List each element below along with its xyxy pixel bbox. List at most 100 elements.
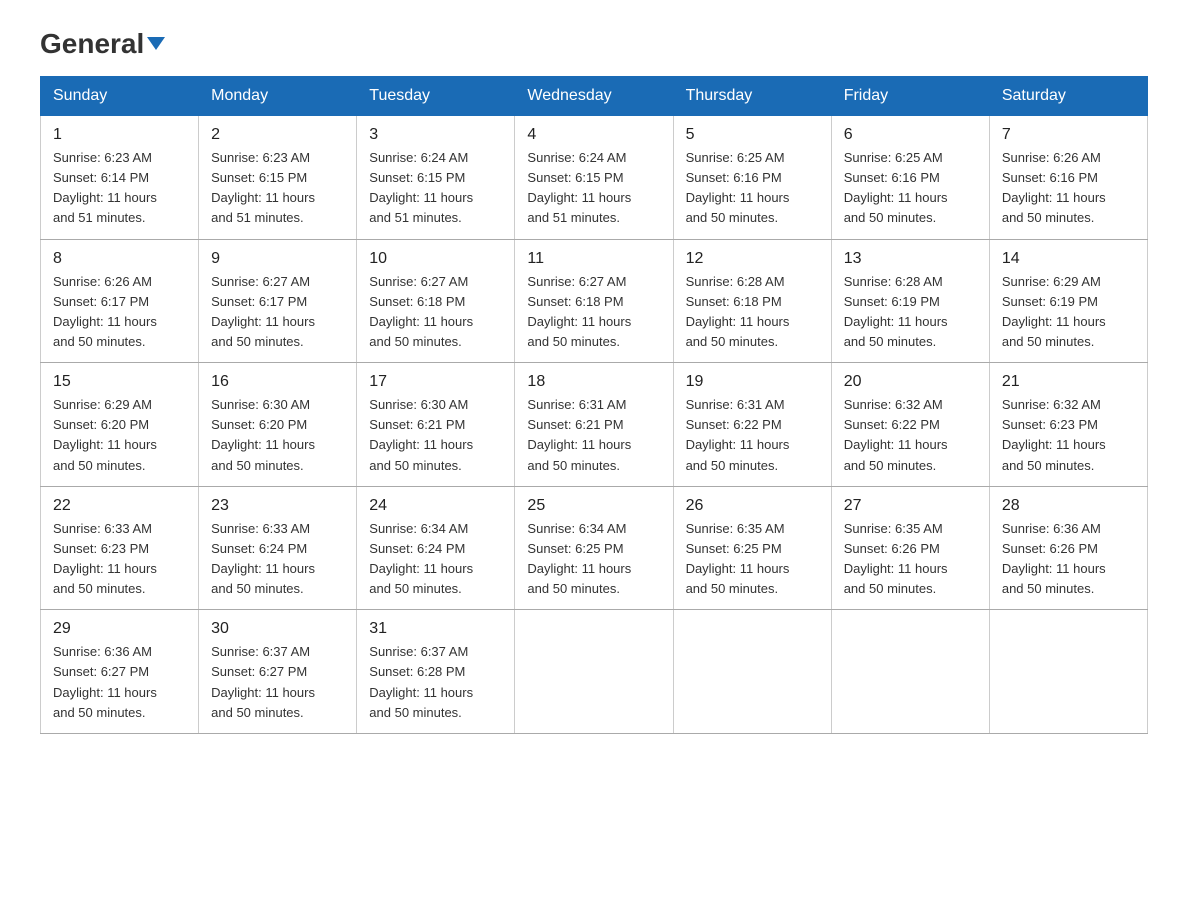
- day-header-sunday: Sunday: [41, 77, 199, 116]
- day-number: 2: [211, 126, 344, 144]
- calendar-cell: 12 Sunrise: 6:28 AMSunset: 6:18 PMDaylig…: [673, 239, 831, 363]
- day-info: Sunrise: 6:28 AMSunset: 6:18 PMDaylight:…: [686, 272, 819, 353]
- day-info: Sunrise: 6:30 AMSunset: 6:20 PMDaylight:…: [211, 395, 344, 476]
- day-number: 16: [211, 373, 344, 391]
- day-info: Sunrise: 6:27 AMSunset: 6:17 PMDaylight:…: [211, 272, 344, 353]
- day-info: Sunrise: 6:31 AMSunset: 6:22 PMDaylight:…: [686, 395, 819, 476]
- day-info: Sunrise: 6:26 AMSunset: 6:16 PMDaylight:…: [1002, 148, 1135, 229]
- day-number: 1: [53, 126, 186, 144]
- day-number: 31: [369, 620, 502, 638]
- calendar-cell: 17 Sunrise: 6:30 AMSunset: 6:21 PMDaylig…: [357, 363, 515, 487]
- day-number: 4: [527, 126, 660, 144]
- day-info: Sunrise: 6:37 AMSunset: 6:28 PMDaylight:…: [369, 642, 502, 723]
- day-number: 17: [369, 373, 502, 391]
- day-number: 12: [686, 250, 819, 268]
- calendar-cell: 7 Sunrise: 6:26 AMSunset: 6:16 PMDayligh…: [989, 116, 1147, 240]
- calendar-cell: 28 Sunrise: 6:36 AMSunset: 6:26 PMDaylig…: [989, 486, 1147, 610]
- day-number: 24: [369, 497, 502, 515]
- calendar-cell: 18 Sunrise: 6:31 AMSunset: 6:21 PMDaylig…: [515, 363, 673, 487]
- day-info: Sunrise: 6:30 AMSunset: 6:21 PMDaylight:…: [369, 395, 502, 476]
- calendar-cell: 30 Sunrise: 6:37 AMSunset: 6:27 PMDaylig…: [199, 610, 357, 734]
- calendar-week-row: 29 Sunrise: 6:36 AMSunset: 6:27 PMDaylig…: [41, 610, 1148, 734]
- calendar-cell: 20 Sunrise: 6:32 AMSunset: 6:22 PMDaylig…: [831, 363, 989, 487]
- calendar-cell: 14 Sunrise: 6:29 AMSunset: 6:19 PMDaylig…: [989, 239, 1147, 363]
- day-number: 25: [527, 497, 660, 515]
- calendar-cell: 15 Sunrise: 6:29 AMSunset: 6:20 PMDaylig…: [41, 363, 199, 487]
- day-info: Sunrise: 6:23 AMSunset: 6:15 PMDaylight:…: [211, 148, 344, 229]
- logo-main: General: [40, 30, 165, 58]
- day-info: Sunrise: 6:35 AMSunset: 6:25 PMDaylight:…: [686, 519, 819, 600]
- calendar-cell: [673, 610, 831, 734]
- calendar-cell: 11 Sunrise: 6:27 AMSunset: 6:18 PMDaylig…: [515, 239, 673, 363]
- day-info: Sunrise: 6:33 AMSunset: 6:24 PMDaylight:…: [211, 519, 344, 600]
- calendar-cell: 31 Sunrise: 6:37 AMSunset: 6:28 PMDaylig…: [357, 610, 515, 734]
- calendar-cell: 1 Sunrise: 6:23 AMSunset: 6:14 PMDayligh…: [41, 116, 199, 240]
- day-number: 10: [369, 250, 502, 268]
- calendar-week-row: 15 Sunrise: 6:29 AMSunset: 6:20 PMDaylig…: [41, 363, 1148, 487]
- day-number: 11: [527, 250, 660, 268]
- calendar-cell: 25 Sunrise: 6:34 AMSunset: 6:25 PMDaylig…: [515, 486, 673, 610]
- calendar-cell: 16 Sunrise: 6:30 AMSunset: 6:20 PMDaylig…: [199, 363, 357, 487]
- day-info: Sunrise: 6:37 AMSunset: 6:27 PMDaylight:…: [211, 642, 344, 723]
- day-info: Sunrise: 6:23 AMSunset: 6:14 PMDaylight:…: [53, 148, 186, 229]
- calendar-cell: 26 Sunrise: 6:35 AMSunset: 6:25 PMDaylig…: [673, 486, 831, 610]
- calendar-cell: 13 Sunrise: 6:28 AMSunset: 6:19 PMDaylig…: [831, 239, 989, 363]
- day-number: 6: [844, 126, 977, 144]
- day-info: Sunrise: 6:28 AMSunset: 6:19 PMDaylight:…: [844, 272, 977, 353]
- day-number: 5: [686, 126, 819, 144]
- calendar-cell: 6 Sunrise: 6:25 AMSunset: 6:16 PMDayligh…: [831, 116, 989, 240]
- calendar-week-row: 8 Sunrise: 6:26 AMSunset: 6:17 PMDayligh…: [41, 239, 1148, 363]
- calendar-cell: 22 Sunrise: 6:33 AMSunset: 6:23 PMDaylig…: [41, 486, 199, 610]
- logo: General: [40, 30, 165, 56]
- day-info: Sunrise: 6:27 AMSunset: 6:18 PMDaylight:…: [369, 272, 502, 353]
- calendar-cell: [515, 610, 673, 734]
- calendar-cell: 24 Sunrise: 6:34 AMSunset: 6:24 PMDaylig…: [357, 486, 515, 610]
- day-number: 29: [53, 620, 186, 638]
- day-info: Sunrise: 6:27 AMSunset: 6:18 PMDaylight:…: [527, 272, 660, 353]
- calendar-cell: 27 Sunrise: 6:35 AMSunset: 6:26 PMDaylig…: [831, 486, 989, 610]
- calendar-cell: 10 Sunrise: 6:27 AMSunset: 6:18 PMDaylig…: [357, 239, 515, 363]
- day-number: 9: [211, 250, 344, 268]
- calendar-cell: 29 Sunrise: 6:36 AMSunset: 6:27 PMDaylig…: [41, 610, 199, 734]
- day-info: Sunrise: 6:24 AMSunset: 6:15 PMDaylight:…: [369, 148, 502, 229]
- day-info: Sunrise: 6:32 AMSunset: 6:22 PMDaylight:…: [844, 395, 977, 476]
- day-number: 7: [1002, 126, 1135, 144]
- day-number: 18: [527, 373, 660, 391]
- day-header-monday: Monday: [199, 77, 357, 116]
- day-number: 8: [53, 250, 186, 268]
- calendar-cell: 19 Sunrise: 6:31 AMSunset: 6:22 PMDaylig…: [673, 363, 831, 487]
- day-info: Sunrise: 6:36 AMSunset: 6:26 PMDaylight:…: [1002, 519, 1135, 600]
- day-info: Sunrise: 6:29 AMSunset: 6:19 PMDaylight:…: [1002, 272, 1135, 353]
- calendar-cell: [831, 610, 989, 734]
- day-header-tuesday: Tuesday: [357, 77, 515, 116]
- day-header-wednesday: Wednesday: [515, 77, 673, 116]
- day-header-thursday: Thursday: [673, 77, 831, 116]
- day-info: Sunrise: 6:25 AMSunset: 6:16 PMDaylight:…: [844, 148, 977, 229]
- day-number: 14: [1002, 250, 1135, 268]
- day-number: 28: [1002, 497, 1135, 515]
- calendar-cell: 21 Sunrise: 6:32 AMSunset: 6:23 PMDaylig…: [989, 363, 1147, 487]
- day-info: Sunrise: 6:34 AMSunset: 6:25 PMDaylight:…: [527, 519, 660, 600]
- calendar-cell: 3 Sunrise: 6:24 AMSunset: 6:15 PMDayligh…: [357, 116, 515, 240]
- day-info: Sunrise: 6:35 AMSunset: 6:26 PMDaylight:…: [844, 519, 977, 600]
- calendar-cell: 2 Sunrise: 6:23 AMSunset: 6:15 PMDayligh…: [199, 116, 357, 240]
- day-number: 30: [211, 620, 344, 638]
- day-number: 26: [686, 497, 819, 515]
- day-info: Sunrise: 6:33 AMSunset: 6:23 PMDaylight:…: [53, 519, 186, 600]
- day-number: 23: [211, 497, 344, 515]
- day-info: Sunrise: 6:36 AMSunset: 6:27 PMDaylight:…: [53, 642, 186, 723]
- calendar-week-row: 1 Sunrise: 6:23 AMSunset: 6:14 PMDayligh…: [41, 116, 1148, 240]
- calendar-cell: 23 Sunrise: 6:33 AMSunset: 6:24 PMDaylig…: [199, 486, 357, 610]
- day-header-saturday: Saturday: [989, 77, 1147, 116]
- day-header-friday: Friday: [831, 77, 989, 116]
- day-info: Sunrise: 6:25 AMSunset: 6:16 PMDaylight:…: [686, 148, 819, 229]
- day-info: Sunrise: 6:24 AMSunset: 6:15 PMDaylight:…: [527, 148, 660, 229]
- calendar-cell: 5 Sunrise: 6:25 AMSunset: 6:16 PMDayligh…: [673, 116, 831, 240]
- calendar-table: SundayMondayTuesdayWednesdayThursdayFrid…: [40, 76, 1148, 734]
- calendar-header-row: SundayMondayTuesdayWednesdayThursdayFrid…: [41, 77, 1148, 116]
- calendar-cell: 4 Sunrise: 6:24 AMSunset: 6:15 PMDayligh…: [515, 116, 673, 240]
- day-info: Sunrise: 6:34 AMSunset: 6:24 PMDaylight:…: [369, 519, 502, 600]
- day-number: 22: [53, 497, 186, 515]
- day-number: 19: [686, 373, 819, 391]
- day-info: Sunrise: 6:31 AMSunset: 6:21 PMDaylight:…: [527, 395, 660, 476]
